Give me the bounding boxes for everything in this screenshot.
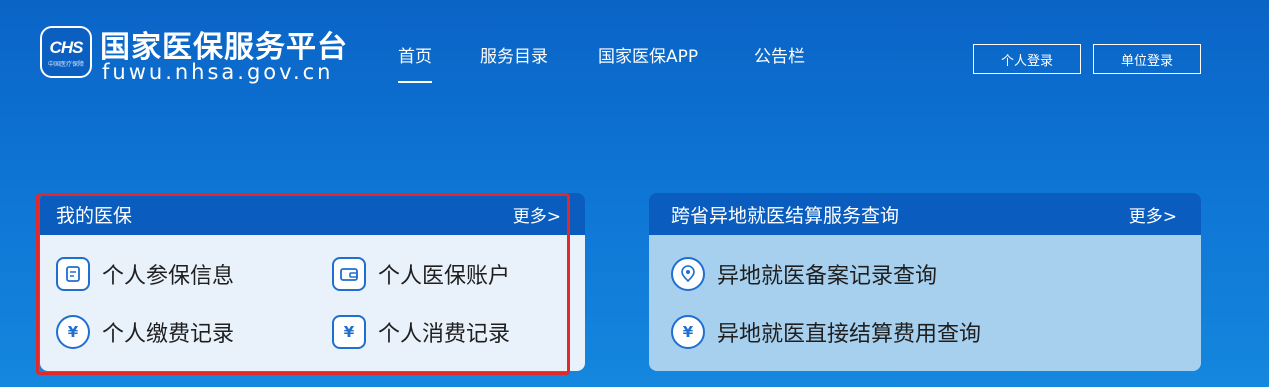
cross-province-card: 跨省异地就医结算服务查询 更多> 异地就医备案记录查询 ¥ 异地就医直接结算费用… [649, 193, 1201, 371]
location-heart-icon [671, 257, 705, 291]
nav-item-bulletin[interactable]: 公告栏 [754, 42, 805, 67]
service-label: 个人医保账户 [378, 264, 511, 289]
site-logo[interactable]: CHS 中国医疗保障 国家医保服务平台 fuwu.nhsa.gov.cn [40, 22, 360, 84]
service-filing-query[interactable]: 异地就医备案记录查询 [671, 257, 937, 291]
card-body: 个人参保信息 个人医保账户 ¥ 个人缴费记录 ¥ 个人消费记录 [40, 235, 585, 371]
card-header: 跨省异地就医结算服务查询 更多> [649, 193, 1201, 235]
yuan-coin-icon: ¥ [671, 315, 705, 349]
more-link[interactable]: 更多> [1129, 202, 1177, 227]
card-title: 我的医保 [56, 204, 133, 227]
more-link[interactable]: 更多> [513, 202, 561, 227]
service-label: 异地就医备案记录查询 [717, 264, 938, 289]
service-personal-account[interactable]: 个人医保账户 [332, 257, 510, 291]
nav-item-home[interactable]: 首页 [398, 42, 432, 83]
service-label: 个人消费记录 [378, 322, 511, 347]
nav-item-service-catalog[interactable]: 服务目录 [480, 42, 548, 67]
wallet-icon [332, 257, 366, 291]
service-payment-records[interactable]: ¥ 个人缴费记录 [56, 315, 234, 349]
service-settlement-query[interactable]: ¥ 异地就医直接结算费用查询 [671, 315, 981, 349]
nav-item-app[interactable]: 国家医保APP [598, 42, 698, 67]
org-login-button[interactable]: 单位登录 [1093, 44, 1201, 74]
logo-badge-text: CHS [49, 38, 84, 57]
chs-logo-icon: CHS 中国医疗保障 [40, 26, 92, 78]
document-icon [56, 257, 90, 291]
service-label: 个人参保信息 [102, 264, 235, 289]
card-header: 我的医保 更多> [40, 193, 585, 235]
service-consumption-records[interactable]: ¥ 个人消费记录 [332, 315, 510, 349]
logo-badge-subtext: 中国医疗保障 [47, 61, 84, 68]
service-label: 异地就医直接结算费用查询 [717, 322, 982, 347]
service-personal-enrollment[interactable]: 个人参保信息 [56, 257, 234, 291]
payment-hand-icon: ¥ [56, 315, 90, 349]
card-title: 跨省异地就医结算服务查询 [671, 204, 900, 227]
receipt-yuan-icon: ¥ [332, 315, 366, 349]
my-insurance-card: 我的医保 更多> 个人参保信息 个人医保账户 ¥ 个人缴费记录 ¥ 个人消费记录 [40, 193, 585, 371]
site-domain: fuwu.nhsa.gov.cn [102, 60, 334, 84]
service-label: 个人缴费记录 [102, 322, 235, 347]
personal-login-button[interactable]: 个人登录 [973, 44, 1081, 74]
card-body: 异地就医备案记录查询 ¥ 异地就医直接结算费用查询 [649, 235, 1201, 371]
